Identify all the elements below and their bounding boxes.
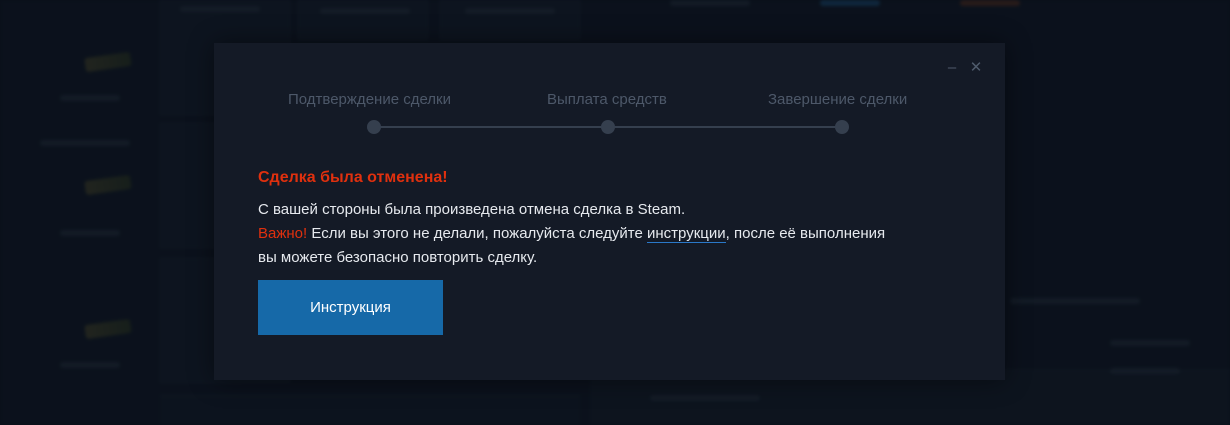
step-label-payout: Выплата средств (547, 91, 667, 108)
minimize-icon[interactable]: – (945, 60, 959, 75)
instructions-link[interactable]: инструкции (647, 225, 726, 243)
step-dot-confirmation (367, 120, 381, 134)
important-label: Важно! (258, 225, 308, 242)
step-label-completion: Завершение сделки (768, 91, 908, 108)
step-dot-payout (601, 120, 615, 134)
error-title: Сделка была отменена! (258, 169, 448, 186)
message-text: , после её выполнения (725, 225, 886, 242)
instructions-button[interactable]: Инструкция (258, 280, 443, 335)
step-dot-completion (835, 120, 849, 134)
close-icon[interactable]: ✕ (969, 60, 983, 75)
message-line-1: С вашей стороны была произведена отмена … (258, 201, 686, 218)
step-label-confirmation: Подтверждение сделки (288, 91, 451, 108)
message-line-2: Важно! Если вы этого не делали, пожалуйс… (258, 222, 958, 246)
message-text: Если вы этого не делали, пожалуйста след… (307, 225, 648, 242)
message-line-3: вы можете безопасно повторить сделку. (258, 249, 538, 266)
message-block: Сделка была отменена! С вашей стороны бы… (258, 169, 958, 270)
window-controls: – ✕ (945, 60, 983, 75)
progress-steps: Подтверждение сделки Выплата средств Зав… (214, 87, 1005, 137)
trade-cancelled-dialog: – ✕ Подтверждение сделки Выплата средств… (214, 43, 1005, 380)
